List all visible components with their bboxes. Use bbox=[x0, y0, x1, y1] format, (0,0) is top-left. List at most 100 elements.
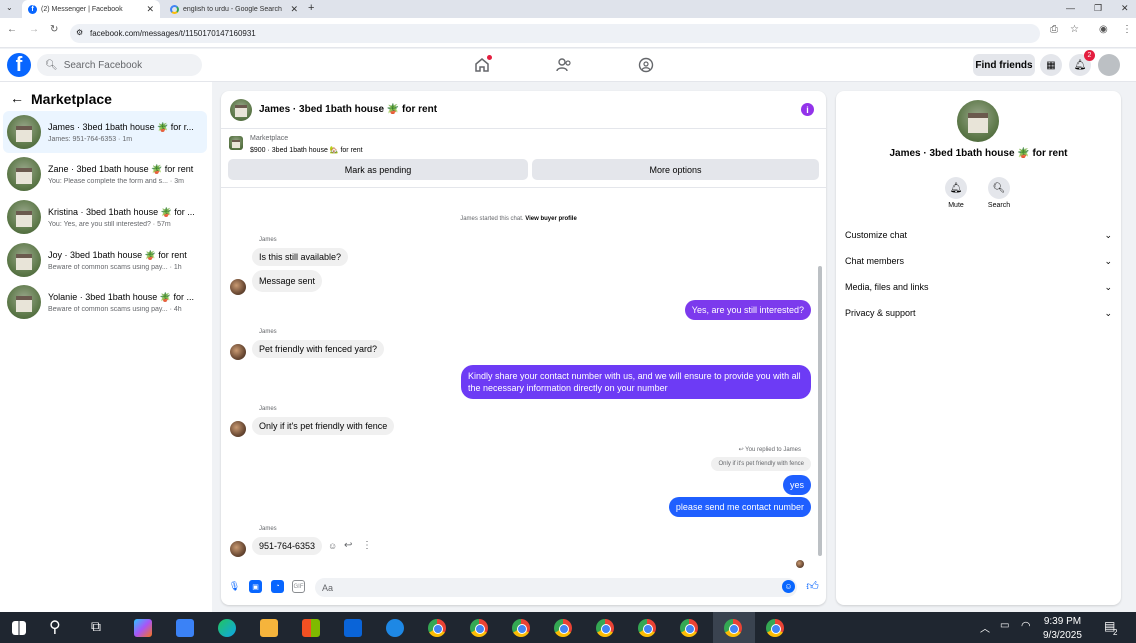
chrome-icon[interactable] bbox=[680, 619, 698, 637]
clock[interactable]: 9:39 PM 9/3/2025 bbox=[1043, 615, 1082, 643]
conversation-item-yolanie[interactable]: Yolanie · 3bed 1bath house 🪴 for ... Bewa… bbox=[3, 281, 207, 323]
message-list: James started this chat. View buyer prof… bbox=[221, 187, 826, 568]
chrome-icon[interactable] bbox=[428, 619, 446, 637]
chrome-icon[interactable] bbox=[724, 619, 742, 637]
mute-bell-icon[interactable]: 🔔︎ bbox=[945, 177, 967, 199]
bookmark-star-icon[interactable]: ☆ bbox=[1070, 24, 1079, 35]
conversation-preview: You: Please complete the form and s... ·… bbox=[48, 177, 184, 185]
outgoing-message[interactable]: yes bbox=[782, 475, 811, 495]
tab-messenger[interactable]: f (2) Messenger | Facebook ✕ bbox=[22, 0, 160, 18]
react-emoji-icon[interactable]: ☺ bbox=[328, 541, 337, 551]
outgoing-message[interactable]: please send me contact number bbox=[668, 497, 811, 517]
find-friends-button[interactable]: Find friends bbox=[973, 54, 1035, 76]
conversation-item-joy[interactable]: Joy · 3bed 1bath house 🪴 for rent Beware … bbox=[3, 239, 207, 281]
microphone-icon[interactable]: 🎙︎ bbox=[228, 580, 241, 593]
chrome-icon[interactable] bbox=[470, 619, 488, 637]
james-avatar[interactable] bbox=[230, 344, 246, 360]
microsoft-store-icon[interactable] bbox=[302, 619, 320, 637]
reply-icon[interactable]: ↩ bbox=[344, 540, 352, 551]
more-actions-icon[interactable]: ⋮ bbox=[362, 540, 372, 551]
conversation-info-icon[interactable]: i bbox=[801, 103, 814, 116]
facebook-logo[interactable]: f bbox=[7, 53, 31, 77]
url-field[interactable]: ⚙ facebook.com/messages/t/11501701471609… bbox=[70, 24, 1040, 43]
scrollbar-thumb[interactable] bbox=[818, 266, 822, 556]
search-input[interactable]: 🔍︎ Search Facebook bbox=[37, 54, 202, 76]
more-options-button[interactable]: More options bbox=[532, 159, 819, 180]
conversation-item-james[interactable]: James · 3bed 1bath house 🪴 for r... James… bbox=[3, 111, 207, 153]
photo-icon[interactable]: ▣ bbox=[249, 580, 262, 593]
privacy-support-row[interactable]: Privacy & support ⌄ bbox=[845, 303, 1112, 323]
back-icon[interactable]: ← bbox=[7, 24, 17, 35]
message-scrollbar[interactable] bbox=[817, 188, 823, 566]
app-icon[interactable] bbox=[176, 619, 194, 637]
chrome-icon[interactable] bbox=[596, 619, 614, 637]
chat-started-notice: James started this chat. View buyer prof… bbox=[221, 216, 816, 222]
conversation-item-kristina[interactable]: Kristina · 3bed 1bath house 🪴 for ... You… bbox=[3, 196, 207, 238]
close-window-icon[interactable]: ✕ bbox=[1121, 3, 1129, 14]
friends-icon[interactable] bbox=[554, 55, 574, 75]
reply-quote[interactable]: Only if it's pet friendly with fence bbox=[711, 457, 811, 471]
chrome-icon[interactable] bbox=[638, 619, 656, 637]
groups-icon[interactable] bbox=[636, 55, 656, 75]
incoming-message[interactable]: Pet friendly with fenced yard? bbox=[252, 340, 385, 358]
thumbs-up-icon[interactable]: 👍︎ bbox=[806, 579, 819, 593]
conversation-item-zane[interactable]: Zane · 3bed 1bath house 🪴 for rent You: P… bbox=[3, 153, 207, 195]
incoming-message[interactable]: 951-764-6353 bbox=[252, 537, 323, 555]
chat-title[interactable]: James · 3bed 1bath house 🪴 for rent bbox=[259, 104, 437, 115]
mark-as-pending-button[interactable]: Mark as pending bbox=[228, 159, 528, 180]
battery-icon[interactable]: ▭ bbox=[1000, 620, 1009, 631]
chat-listing-thumbnail[interactable] bbox=[230, 98, 252, 121]
tab-google-search[interactable]: english to urdu - Google Search ✕ bbox=[164, 0, 304, 18]
chat-members-row[interactable]: Chat members ⌄ bbox=[845, 251, 1112, 271]
tray-chevron-icon[interactable]: ︿ bbox=[980, 620, 990, 635]
close-tab-icon[interactable]: ✕ bbox=[146, 4, 154, 15]
outgoing-message[interactable]: Kindly share your contact number with us… bbox=[461, 365, 811, 399]
minimize-icon[interactable]: — bbox=[1066, 3, 1075, 13]
search-icon[interactable]: ⚲ bbox=[49, 617, 61, 637]
wifi-icon[interactable]: ◠ bbox=[1021, 619, 1031, 632]
menu-grid-icon[interactable]: ▦ bbox=[1040, 54, 1062, 76]
copilot-icon[interactable] bbox=[134, 619, 152, 637]
emoji-icon[interactable]: ☺ bbox=[782, 580, 795, 593]
gif-icon[interactable]: GIF bbox=[292, 580, 305, 593]
install-app-icon[interactable]: ⎙ bbox=[1050, 24, 1058, 35]
customize-chat-row[interactable]: Customize chat ⌄ bbox=[845, 225, 1112, 245]
home-icon[interactable] bbox=[472, 55, 492, 75]
close-tab-icon[interactable]: ✕ bbox=[290, 4, 298, 15]
details-listing-image[interactable] bbox=[957, 100, 999, 142]
james-avatar[interactable] bbox=[230, 279, 246, 295]
forward-icon[interactable]: → bbox=[29, 24, 39, 35]
site-info-icon[interactable]: ⚙ bbox=[76, 28, 83, 37]
chrome-icon[interactable] bbox=[766, 619, 784, 637]
app-icon[interactable] bbox=[386, 619, 404, 637]
account-avatar[interactable] bbox=[1098, 54, 1120, 76]
task-view-icon[interactable]: ⧉ bbox=[91, 618, 101, 635]
menu-dots-icon[interactable]: ⋮ bbox=[1122, 24, 1132, 35]
james-avatar[interactable] bbox=[230, 541, 246, 557]
tab-list-chevron-icon[interactable]: ⌄ bbox=[6, 3, 13, 12]
windows-start-icon[interactable] bbox=[12, 621, 26, 635]
new-tab-button[interactable]: + bbox=[308, 2, 314, 14]
edge-icon[interactable] bbox=[218, 619, 236, 637]
sender-name: James bbox=[259, 406, 277, 412]
sticker-icon[interactable]: ◔ bbox=[271, 580, 284, 593]
restore-icon[interactable]: ❐ bbox=[1094, 3, 1102, 14]
search-icon[interactable]: 🔍︎ bbox=[988, 177, 1010, 199]
outlook-icon[interactable] bbox=[344, 619, 362, 637]
message-input[interactable]: Aa bbox=[315, 578, 797, 597]
listing-info[interactable]: Marketplace $900 · 3bed 1bath house 🏡 fo… bbox=[221, 131, 826, 157]
view-buyer-profile-link[interactable]: View buyer profile bbox=[525, 216, 577, 222]
file-explorer-icon[interactable] bbox=[260, 619, 278, 637]
back-arrow-icon[interactable]: ← bbox=[10, 90, 24, 106]
incoming-message[interactable]: Is this still available? bbox=[252, 248, 349, 266]
incoming-message[interactable]: Only if it's pet friendly with fence bbox=[252, 417, 395, 435]
james-avatar[interactable] bbox=[230, 421, 246, 437]
media-files-links-row[interactable]: Media, files and links ⌄ bbox=[845, 277, 1112, 297]
windows-taskbar: ⚲ ⧉ ︿ ▭ ◠ 9:39 PM 9/3/2025 ▤ 2 bbox=[0, 612, 1136, 643]
outgoing-message[interactable]: Yes, are you still interested? bbox=[684, 300, 811, 320]
incoming-message[interactable]: Message sent bbox=[252, 270, 323, 292]
chrome-icon[interactable] bbox=[554, 619, 572, 637]
profile-icon[interactable]: ◉ bbox=[1099, 24, 1108, 35]
reload-icon[interactable]: ↻ bbox=[50, 24, 58, 35]
chrome-icon[interactable] bbox=[512, 619, 530, 637]
